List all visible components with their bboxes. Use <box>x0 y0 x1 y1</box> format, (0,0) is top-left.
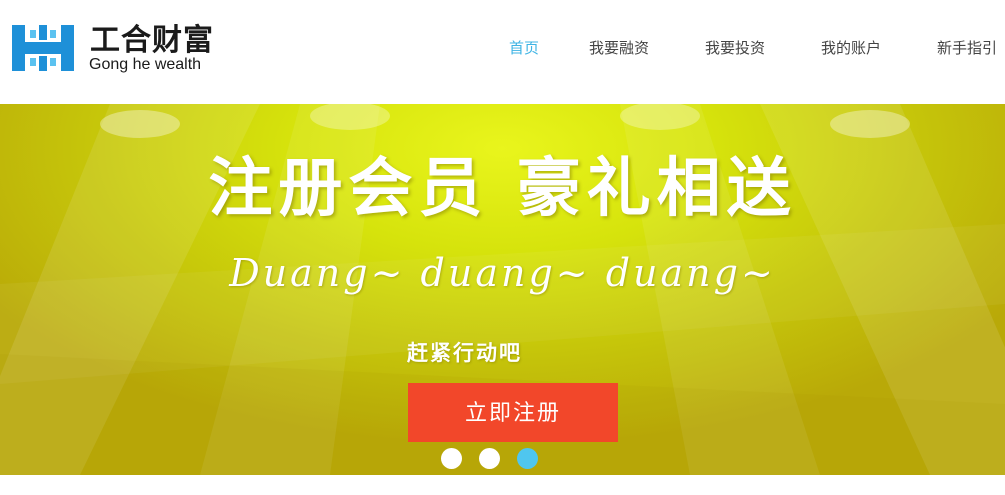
slider-dots <box>441 448 541 472</box>
site-header: 工合财富 Gong he wealth 首页 我要融资 我要投资 我的账户 新手… <box>0 0 1005 104</box>
banner-headline: 注册会员 豪礼相送 <box>208 152 797 226</box>
slider-dot-1[interactable] <box>441 448 462 469</box>
nav-item-account[interactable]: 我的账户 <box>821 37 881 58</box>
register-button[interactable]: 立即注册 <box>408 383 618 442</box>
slider-dot-2[interactable] <box>479 448 500 469</box>
nav-item-investing[interactable]: 我要投资 <box>705 37 765 58</box>
banner-subline: Duang~ duang~ duang~ <box>229 251 776 295</box>
nav-item-financing[interactable]: 我要融资 <box>589 37 649 58</box>
main-nav: 首页 我要融资 我要投资 我的账户 新手指引 <box>0 37 1005 61</box>
hero-banner[interactable]: 注册会员 豪礼相送 Duang~ duang~ duang~ 赶紧行动吧 立即注… <box>0 104 1005 475</box>
banner-cta-text: 赶紧行动吧 <box>407 341 522 365</box>
nav-item-home[interactable]: 首页 <box>509 37 539 58</box>
nav-item-guide[interactable]: 新手指引 <box>937 37 997 58</box>
slider-dot-3[interactable] <box>517 448 538 469</box>
